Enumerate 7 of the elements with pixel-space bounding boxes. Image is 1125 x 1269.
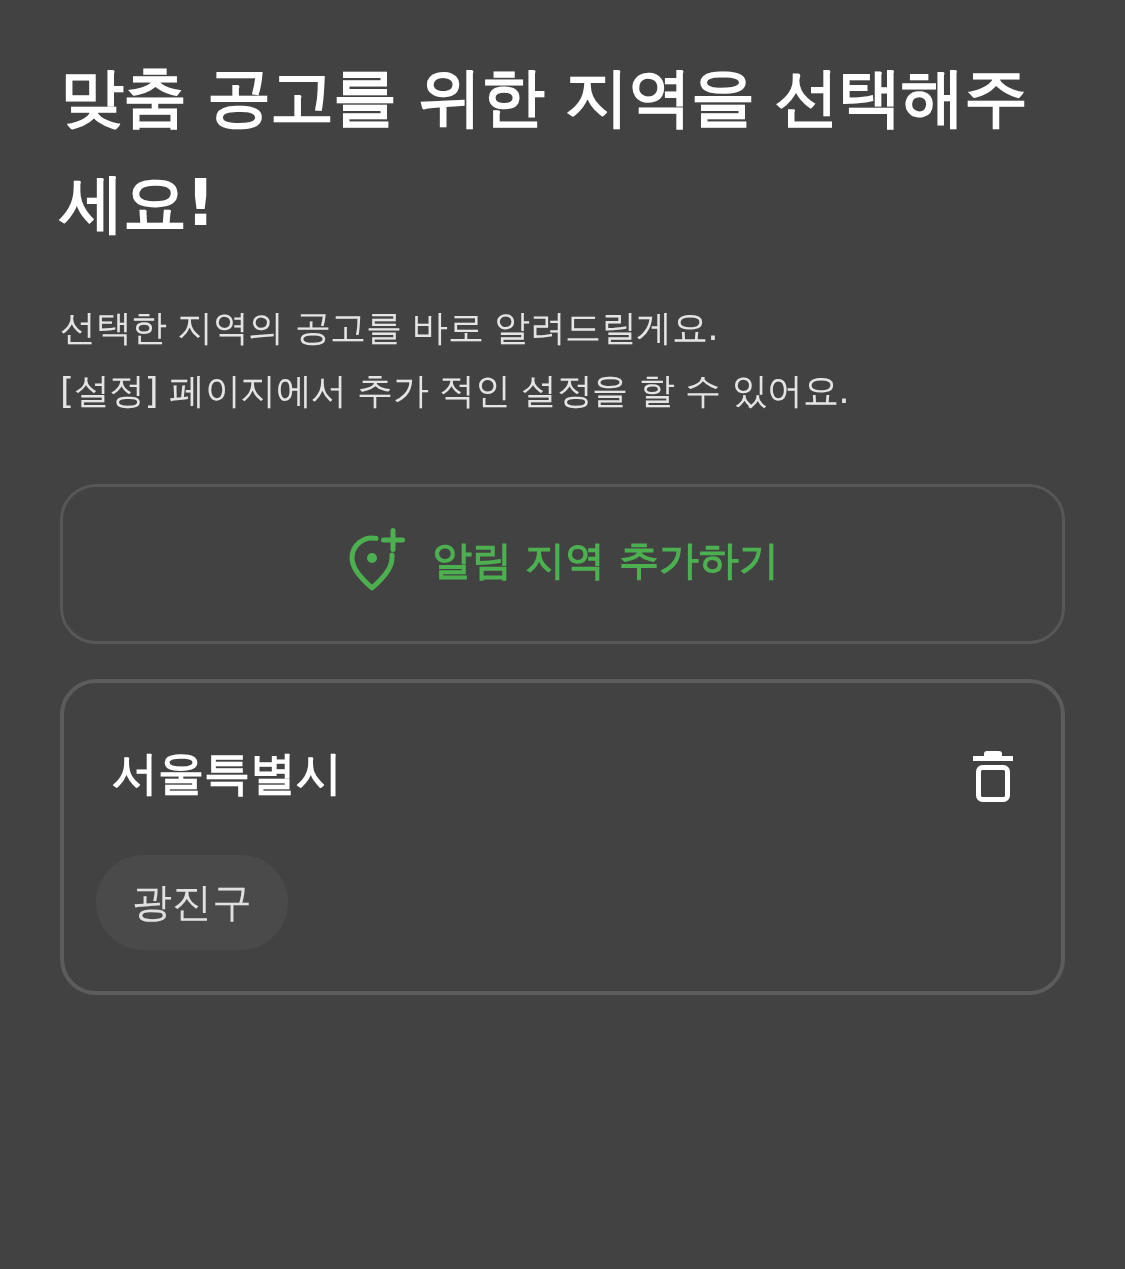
region-name: 서울특별시 [112, 745, 342, 802]
add-region-button[interactable]: 알림 지역 추가하기 [60, 484, 1065, 644]
delete-button[interactable] [973, 750, 1013, 802]
trash-icon [973, 750, 1013, 802]
district-chip: 광진구 [96, 855, 288, 950]
page-heading: 맞춤 공고를 위한 지역을 선택해주세요! [60, 59, 1029, 242]
description-text: 선택한 지역의 공고를 바로 알려드릴게요. [설정] 페이지에서 추가 적인 설정을 할 수 있어요. [60, 306, 851, 413]
